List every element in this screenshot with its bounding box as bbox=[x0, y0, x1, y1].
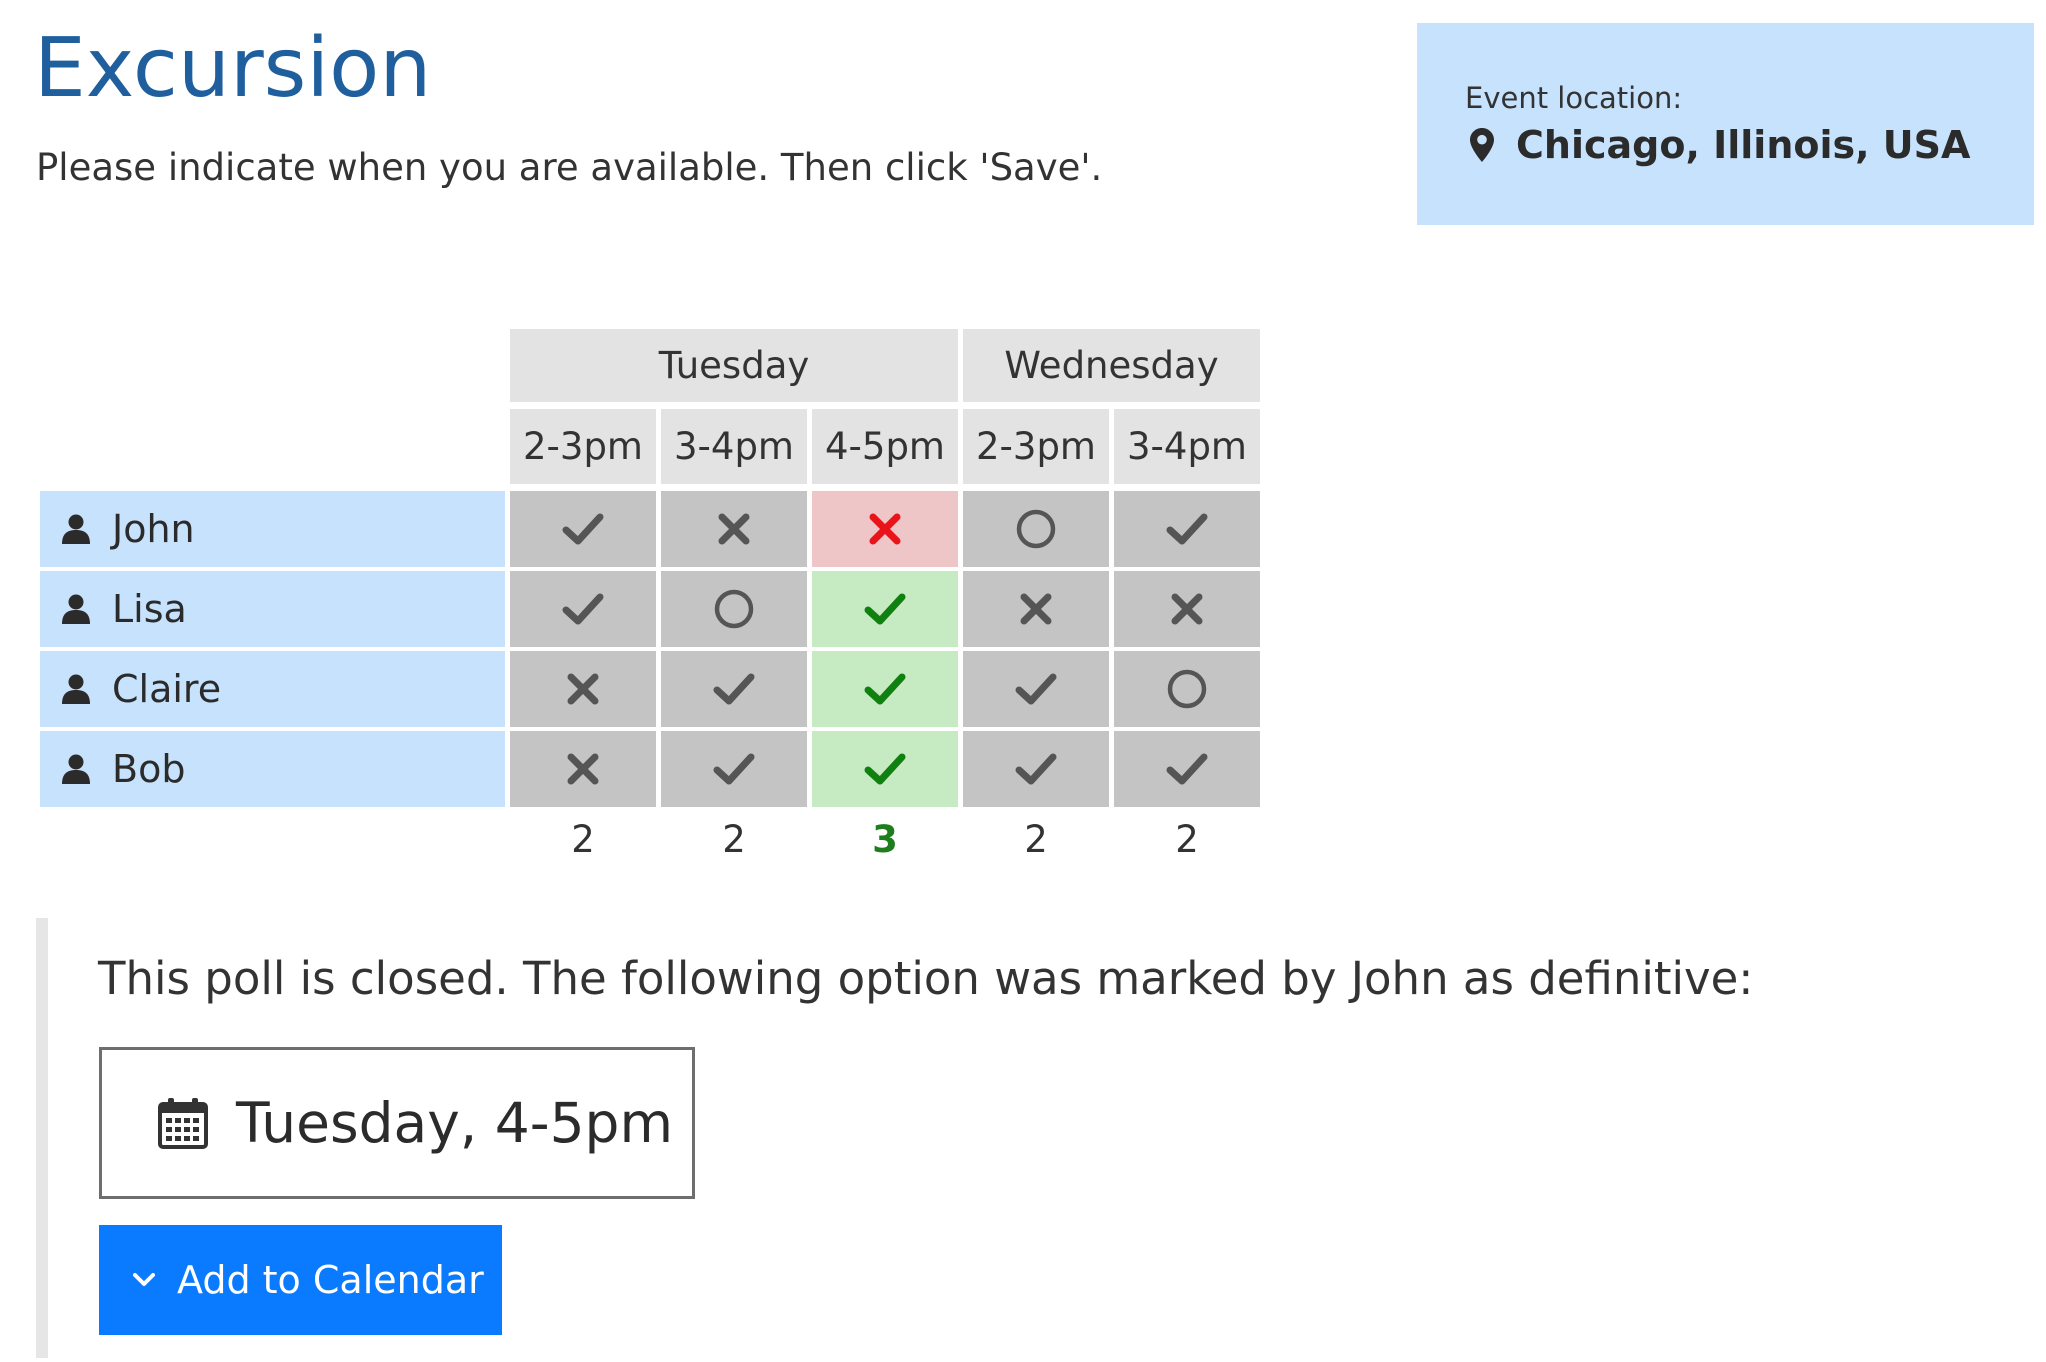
event-location-value: Chicago, Illinois, USA bbox=[1516, 123, 1971, 167]
definitive-option-label: Tuesday, 4-5pm bbox=[236, 1091, 674, 1155]
slot-total: 2 bbox=[722, 817, 746, 861]
vote-cell-yes bbox=[812, 651, 958, 727]
circle-icon bbox=[1016, 509, 1056, 549]
page-title: Excursion bbox=[34, 21, 432, 116]
vote-cell-no bbox=[1114, 571, 1260, 647]
slot-total: 2 bbox=[1175, 817, 1199, 861]
circle-icon bbox=[1167, 669, 1207, 709]
user-icon bbox=[62, 514, 90, 544]
participant-name: Claire bbox=[40, 651, 505, 727]
user-icon bbox=[62, 594, 90, 624]
vote-cell-maybe bbox=[1114, 651, 1260, 727]
check-icon bbox=[713, 753, 755, 785]
event-location-value-row: Chicago, Illinois, USA bbox=[1470, 123, 1970, 167]
cross-icon bbox=[567, 673, 599, 705]
slot-total: 2 bbox=[1024, 817, 1048, 861]
check-icon bbox=[562, 593, 604, 625]
vote-cell-yes bbox=[1114, 491, 1260, 567]
vote-cell-maybe bbox=[963, 491, 1109, 567]
vote-cell-yes bbox=[661, 731, 807, 807]
event-location-label: Event location: bbox=[1465, 81, 1683, 115]
vote-cell-no bbox=[812, 491, 958, 567]
participant-name: John bbox=[40, 491, 505, 567]
check-icon bbox=[562, 513, 604, 545]
event-location-panel: Event location: Chicago, Illinois, USA bbox=[1417, 23, 2034, 225]
vote-cell-yes bbox=[1114, 731, 1260, 807]
check-icon bbox=[713, 673, 755, 705]
time-slot-header: 2-3pm bbox=[510, 409, 656, 484]
participant-name-label: Lisa bbox=[112, 587, 187, 631]
participant-name-label: Bob bbox=[112, 747, 186, 791]
participant-name: Lisa bbox=[40, 571, 505, 647]
day-header: Tuesday bbox=[510, 329, 958, 402]
cross-icon bbox=[718, 513, 750, 545]
check-icon bbox=[864, 753, 906, 785]
chevron-down-icon bbox=[133, 1273, 155, 1286]
vote-cell-no bbox=[510, 651, 656, 727]
vote-cell-yes bbox=[510, 571, 656, 647]
check-icon bbox=[864, 593, 906, 625]
cross-icon bbox=[1020, 593, 1052, 625]
check-icon bbox=[1166, 753, 1208, 785]
map-marker-icon bbox=[1470, 128, 1494, 162]
user-icon bbox=[62, 754, 90, 784]
page-instructions: Please indicate when you are available. … bbox=[36, 146, 1103, 189]
time-slot-header: 4-5pm bbox=[812, 409, 958, 484]
day-header: Wednesday bbox=[963, 329, 1260, 402]
vote-cell-maybe bbox=[661, 571, 807, 647]
definitive-option-box: Tuesday, 4-5pm bbox=[99, 1047, 695, 1199]
check-icon bbox=[864, 673, 906, 705]
user-icon bbox=[62, 674, 90, 704]
calendar-icon bbox=[158, 1098, 208, 1149]
closed-notice-bar bbox=[36, 918, 48, 1358]
vote-cell-no bbox=[661, 491, 807, 567]
cross-icon bbox=[567, 753, 599, 785]
poll-closed-message: This poll is closed. The following optio… bbox=[98, 952, 1754, 1005]
vote-cell-yes bbox=[812, 571, 958, 647]
time-slot-header: 3-4pm bbox=[661, 409, 807, 484]
slot-total: 3 bbox=[872, 817, 898, 861]
vote-cell-yes bbox=[812, 731, 958, 807]
vote-cell-yes bbox=[510, 491, 656, 567]
add-to-calendar-button[interactable]: Add to Calendar bbox=[99, 1225, 502, 1335]
vote-cell-no bbox=[963, 571, 1109, 647]
vote-cell-no bbox=[510, 731, 656, 807]
participant-name-label: John bbox=[112, 507, 195, 551]
vote-cell-yes bbox=[963, 731, 1109, 807]
slot-total: 2 bbox=[571, 817, 595, 861]
participant-name-label: Claire bbox=[112, 667, 222, 711]
cross-icon bbox=[1171, 593, 1203, 625]
vote-cell-yes bbox=[661, 651, 807, 727]
time-slot-header: 3-4pm bbox=[1114, 409, 1260, 484]
circle-icon bbox=[714, 589, 754, 629]
time-slot-header: 2-3pm bbox=[963, 409, 1109, 484]
cross-icon bbox=[869, 513, 901, 545]
check-icon bbox=[1015, 673, 1057, 705]
add-to-calendar-label: Add to Calendar bbox=[177, 1258, 484, 1302]
check-icon bbox=[1015, 753, 1057, 785]
check-icon bbox=[1166, 513, 1208, 545]
vote-cell-yes bbox=[963, 651, 1109, 727]
participant-name: Bob bbox=[40, 731, 505, 807]
